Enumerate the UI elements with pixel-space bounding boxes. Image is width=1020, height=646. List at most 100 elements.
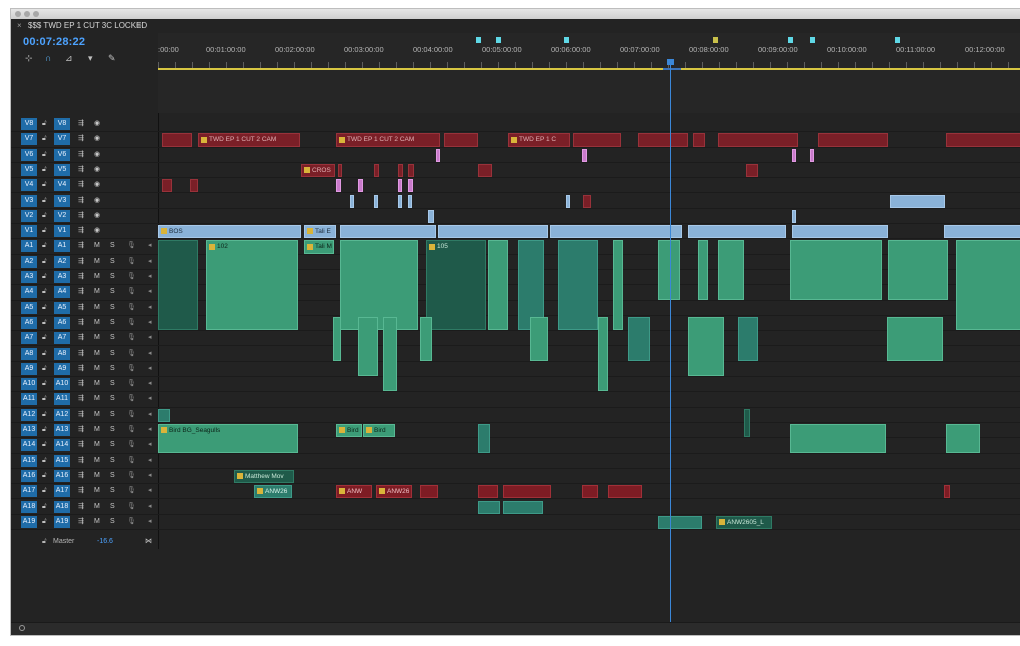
microphone-icon[interactable]: 🎙︎: [127, 256, 136, 268]
master-lock-icon[interactable]: 🔓︎: [42, 538, 47, 546]
timeline-scrollbar[interactable]: [11, 622, 1020, 635]
lock-icon[interactable]: 🔓︎: [42, 317, 47, 329]
eye-icon[interactable]: ◉: [94, 195, 100, 207]
expand-track-icon[interactable]: ◂: [148, 348, 152, 360]
timeline-clip[interactable]: 102: [206, 240, 298, 330]
timeline-clip[interactable]: [946, 424, 980, 453]
source-patch[interactable]: A11: [21, 393, 37, 405]
timeline-clip[interactable]: Matthew Mov: [234, 470, 294, 483]
microphone-icon[interactable]: 🎙︎: [127, 317, 136, 329]
timeline-clip[interactable]: [658, 240, 680, 299]
sync-lock-icon[interactable]: ⇶: [78, 179, 84, 191]
expand-track-icon[interactable]: ◂: [148, 516, 152, 528]
target-track[interactable]: A7: [54, 332, 70, 344]
mute-button[interactable]: M: [94, 363, 100, 375]
source-patch[interactable]: A6: [21, 317, 37, 329]
timeline-clip[interactable]: ANW26: [254, 485, 292, 498]
timeline-clip[interactable]: [792, 149, 796, 162]
expand-track-icon[interactable]: ◂: [148, 332, 152, 344]
solo-button[interactable]: S: [110, 332, 115, 344]
source-patch[interactable]: V3: [21, 195, 37, 207]
sync-lock-icon[interactable]: ⇶: [78, 470, 84, 482]
target-track[interactable]: A4: [54, 286, 70, 298]
sync-lock-icon[interactable]: ⇶: [78, 195, 84, 207]
timeline-clip[interactable]: [792, 225, 888, 238]
timeline-clip[interactable]: ANW: [336, 485, 372, 498]
timeline-clip[interactable]: [478, 485, 498, 498]
solo-button[interactable]: S: [110, 286, 115, 298]
target-track[interactable]: A5: [54, 302, 70, 314]
timeline-clip[interactable]: [408, 195, 412, 208]
expand-track-icon[interactable]: ◂: [148, 501, 152, 513]
eye-icon[interactable]: ◉: [94, 210, 100, 222]
source-patch[interactable]: V1: [21, 225, 37, 237]
target-track[interactable]: A16: [54, 470, 70, 482]
timeline-clip[interactable]: [488, 240, 508, 330]
target-track[interactable]: A6: [54, 317, 70, 329]
timeline-clip[interactable]: [158, 240, 198, 330]
expand-track-icon[interactable]: ◂: [148, 317, 152, 329]
timeline-clip[interactable]: [428, 210, 434, 223]
source-patch[interactable]: A10: [21, 378, 37, 390]
timeline-clip[interactable]: TWD EP 1 C: [508, 133, 570, 146]
eye-icon[interactable]: ◉: [94, 164, 100, 176]
lock-icon[interactable]: 🔓︎: [42, 118, 47, 130]
minimize-window-icon[interactable]: [24, 11, 30, 17]
sync-lock-icon[interactable]: ⇶: [78, 225, 84, 237]
timeline-clip[interactable]: [888, 240, 948, 299]
lock-icon[interactable]: 🔓︎: [42, 378, 47, 390]
source-patch[interactable]: A15: [21, 455, 37, 467]
expand-track-icon[interactable]: ◂: [148, 439, 152, 451]
timeline-clip[interactable]: [944, 485, 950, 498]
close-window-icon[interactable]: [15, 11, 21, 17]
timeline-clip[interactable]: [744, 409, 750, 438]
lock-icon[interactable]: 🔓︎: [42, 179, 47, 191]
track-lane[interactable]: [158, 500, 1020, 515]
timeline-clip[interactable]: Bird: [363, 424, 395, 437]
timeline-clip[interactable]: [550, 225, 682, 238]
track-lane[interactable]: [158, 148, 1020, 163]
target-track[interactable]: V5: [54, 164, 70, 176]
timeline-clip[interactable]: TWD EP 1 CUT 2 CAM: [198, 133, 300, 146]
lock-icon[interactable]: 🔓︎: [42, 485, 47, 497]
solo-button[interactable]: S: [110, 256, 115, 268]
source-patch[interactable]: A18: [21, 501, 37, 513]
target-track[interactable]: A3: [54, 271, 70, 283]
sync-lock-icon[interactable]: ⇶: [78, 455, 84, 467]
zoom-window-icon[interactable]: [33, 11, 39, 17]
lock-icon[interactable]: 🔓︎: [42, 516, 47, 528]
microphone-icon[interactable]: 🎙︎: [127, 286, 136, 298]
sync-lock-icon[interactable]: ⇶: [78, 516, 84, 528]
source-patch[interactable]: A17: [21, 485, 37, 497]
timeline-clip[interactable]: [944, 225, 1020, 238]
timeline-clip[interactable]: [374, 195, 378, 208]
sequence-marker[interactable]: [496, 37, 501, 43]
track-lane[interactable]: [158, 178, 1020, 193]
expand-track-icon[interactable]: ◂: [148, 363, 152, 375]
mute-button[interactable]: M: [94, 271, 100, 283]
solo-button[interactable]: S: [110, 501, 115, 513]
lock-icon[interactable]: 🔓︎: [42, 332, 47, 344]
expand-track-icon[interactable]: ◂: [148, 424, 152, 436]
expand-track-icon[interactable]: ◂: [148, 485, 152, 497]
target-track[interactable]: A2: [54, 256, 70, 268]
timeline-clip[interactable]: [613, 240, 623, 330]
mute-button[interactable]: M: [94, 378, 100, 390]
timeline-clip[interactable]: [503, 485, 551, 498]
target-track[interactable]: A11: [54, 393, 70, 405]
source-patch[interactable]: A9: [21, 363, 37, 375]
sequence-marker[interactable]: [788, 37, 793, 43]
source-patch[interactable]: A7: [21, 332, 37, 344]
solo-button[interactable]: S: [110, 302, 115, 314]
mute-button[interactable]: M: [94, 424, 100, 436]
timeline-clip[interactable]: [582, 485, 598, 498]
track-lane[interactable]: [158, 362, 1020, 377]
target-track[interactable]: V7: [54, 133, 70, 145]
timeline-clip[interactable]: Bird BG_Seagulls: [158, 424, 298, 453]
playhead-handle[interactable]: [667, 59, 674, 65]
track-lane[interactable]: [158, 454, 1020, 469]
target-track[interactable]: A19: [54, 516, 70, 528]
timeline-clip[interactable]: [946, 133, 1020, 146]
lock-icon[interactable]: 🔓︎: [42, 348, 47, 360]
sync-lock-icon[interactable]: ⇶: [78, 363, 84, 375]
